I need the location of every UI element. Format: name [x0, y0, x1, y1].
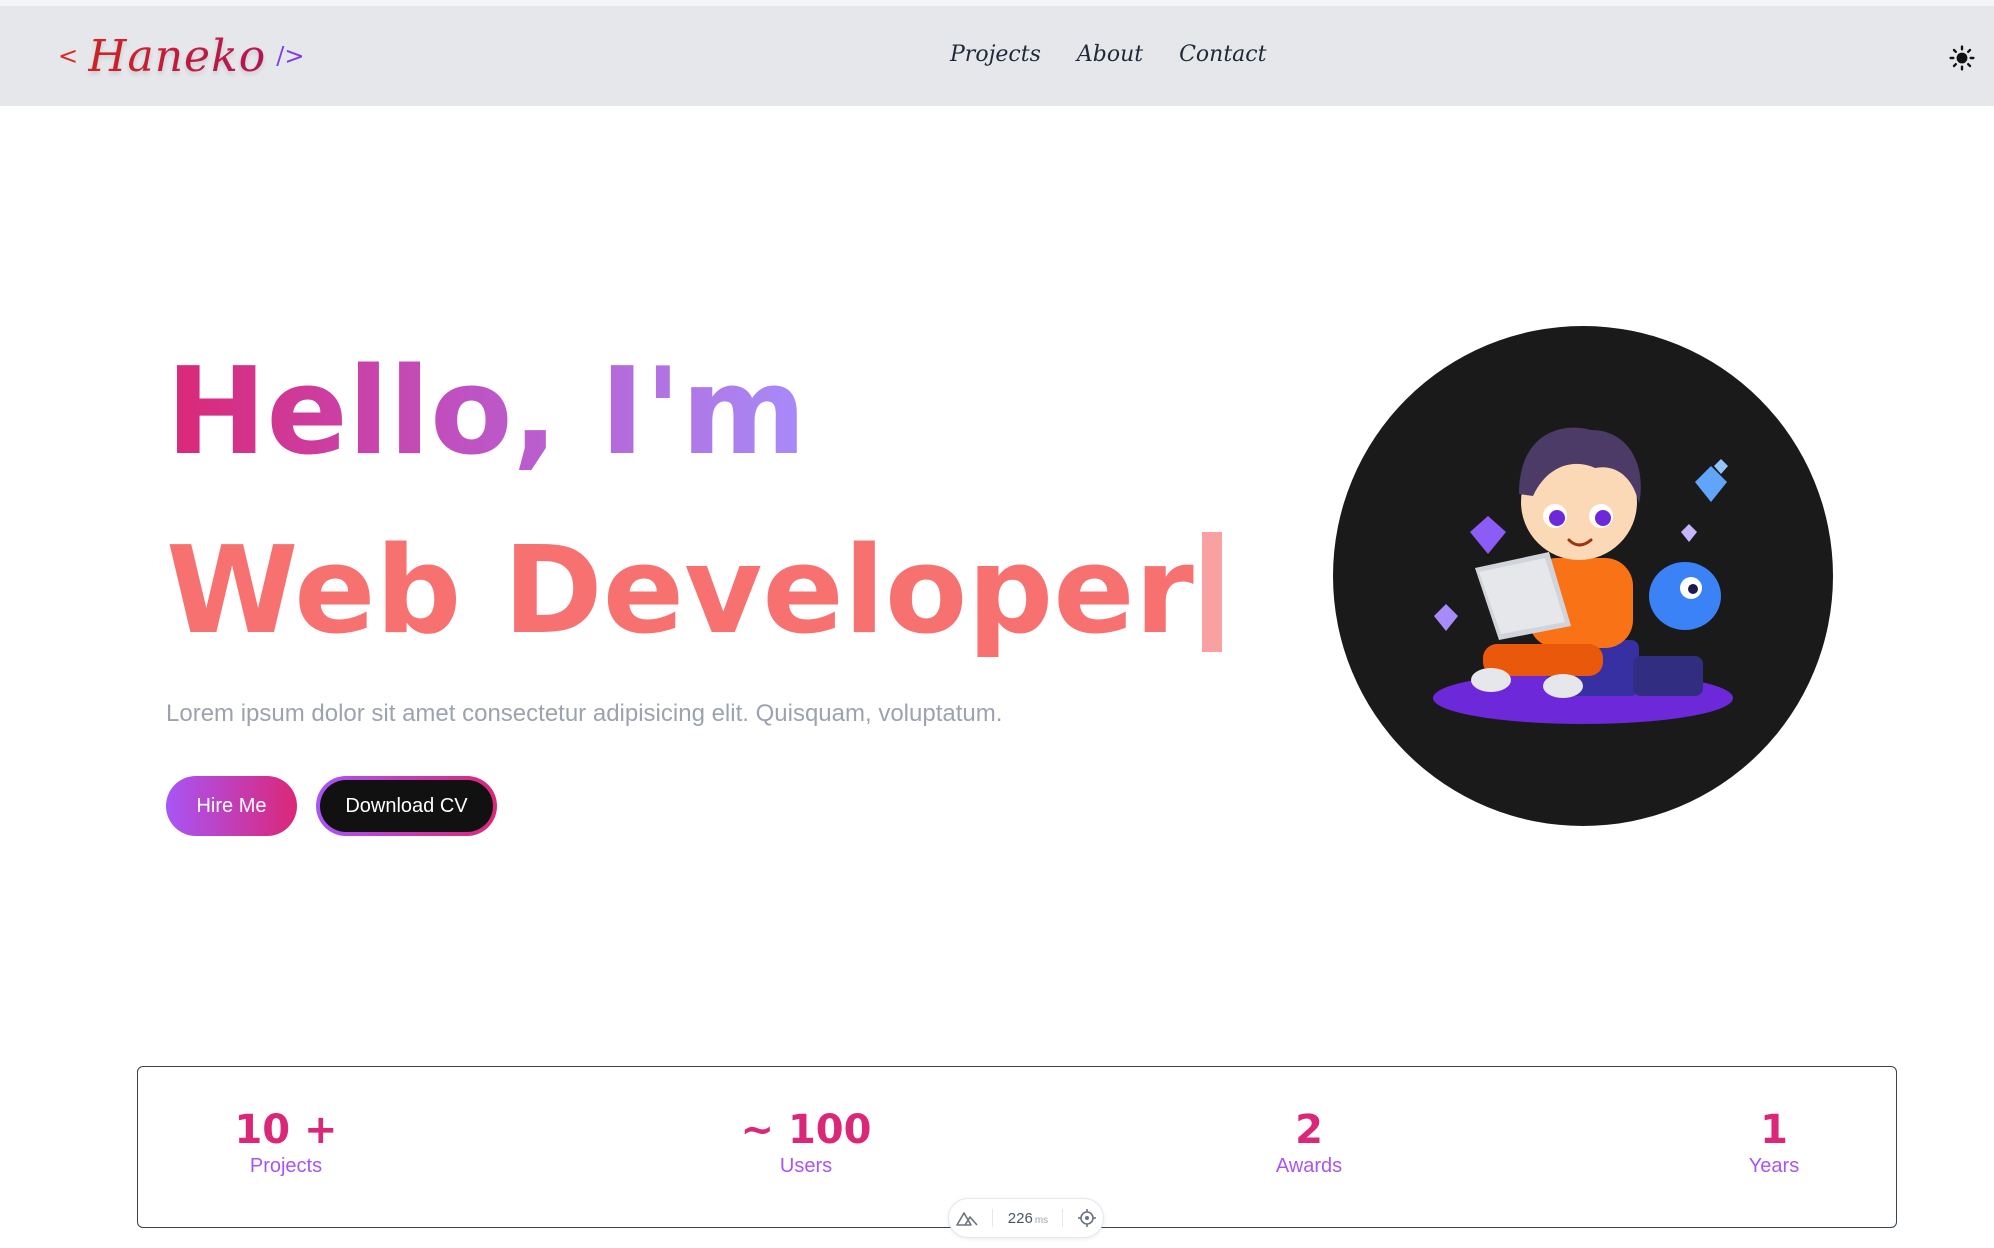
render-time: 226 ms	[1008, 1210, 1048, 1227]
sun-icon	[1949, 45, 1975, 71]
nuxt-logo-icon	[956, 1212, 978, 1226]
stat-users: ~ 100 Users	[741, 1107, 872, 1178]
stat-label: Projects	[249, 1155, 323, 1177]
hero-role-line: Web Developer	[166, 527, 1222, 657]
stat-awards: 2 Awards	[1276, 1107, 1342, 1178]
logo-name: Haneko	[88, 30, 267, 82]
logo-open-tag: <	[58, 42, 79, 70]
stat-label: Users	[779, 1155, 833, 1177]
download-cv-button[interactable]: Download CV	[316, 776, 497, 836]
stat-label: Years	[1748, 1155, 1800, 1177]
nav-link-contact[interactable]: Contact	[1179, 42, 1266, 67]
developer-illustration	[1433, 427, 1733, 724]
stat-value: ~ 100	[740, 1107, 872, 1153]
hire-me-button[interactable]: Hire Me	[166, 776, 297, 836]
main-nav: Projects About Contact	[950, 42, 1266, 67]
nav-link-about[interactable]: About	[1077, 42, 1143, 67]
site-logo[interactable]: < Haneko />	[58, 30, 304, 82]
nav-link-projects[interactable]: Projects	[950, 42, 1041, 67]
typing-caret	[1201, 532, 1222, 652]
download-cv-label: Download CV	[320, 780, 493, 832]
hero-role: Web Developer	[166, 522, 1194, 661]
nuxt-devtools-toggle[interactable]: 226 ms	[948, 1198, 1104, 1238]
stat-years: 1 Years	[1749, 1107, 1799, 1178]
divider	[992, 1209, 994, 1227]
stat-label: Awards	[1275, 1155, 1343, 1177]
stat-projects: 10 + Projects	[234, 1107, 337, 1178]
divider	[1062, 1209, 1064, 1227]
hero-description: Lorem ipsum dolor sit amet consectetur a…	[166, 700, 1003, 727]
stat-value: 2	[1295, 1107, 1323, 1153]
render-time-value: 226	[1007, 1209, 1033, 1227]
crosshair-icon[interactable]	[1077, 1209, 1096, 1227]
render-time-unit: ms	[1034, 1214, 1049, 1226]
theme-toggle-button[interactable]	[1948, 44, 1976, 72]
navbar: < Haneko /> Projects About Contact	[0, 6, 1994, 106]
logo-close-tag: />	[276, 42, 305, 70]
stat-value: 1	[1760, 1107, 1788, 1153]
stat-value: 10 +	[234, 1107, 338, 1153]
hero-avatar	[1333, 326, 1833, 826]
hero-greeting: Hello, I'm	[166, 343, 807, 482]
